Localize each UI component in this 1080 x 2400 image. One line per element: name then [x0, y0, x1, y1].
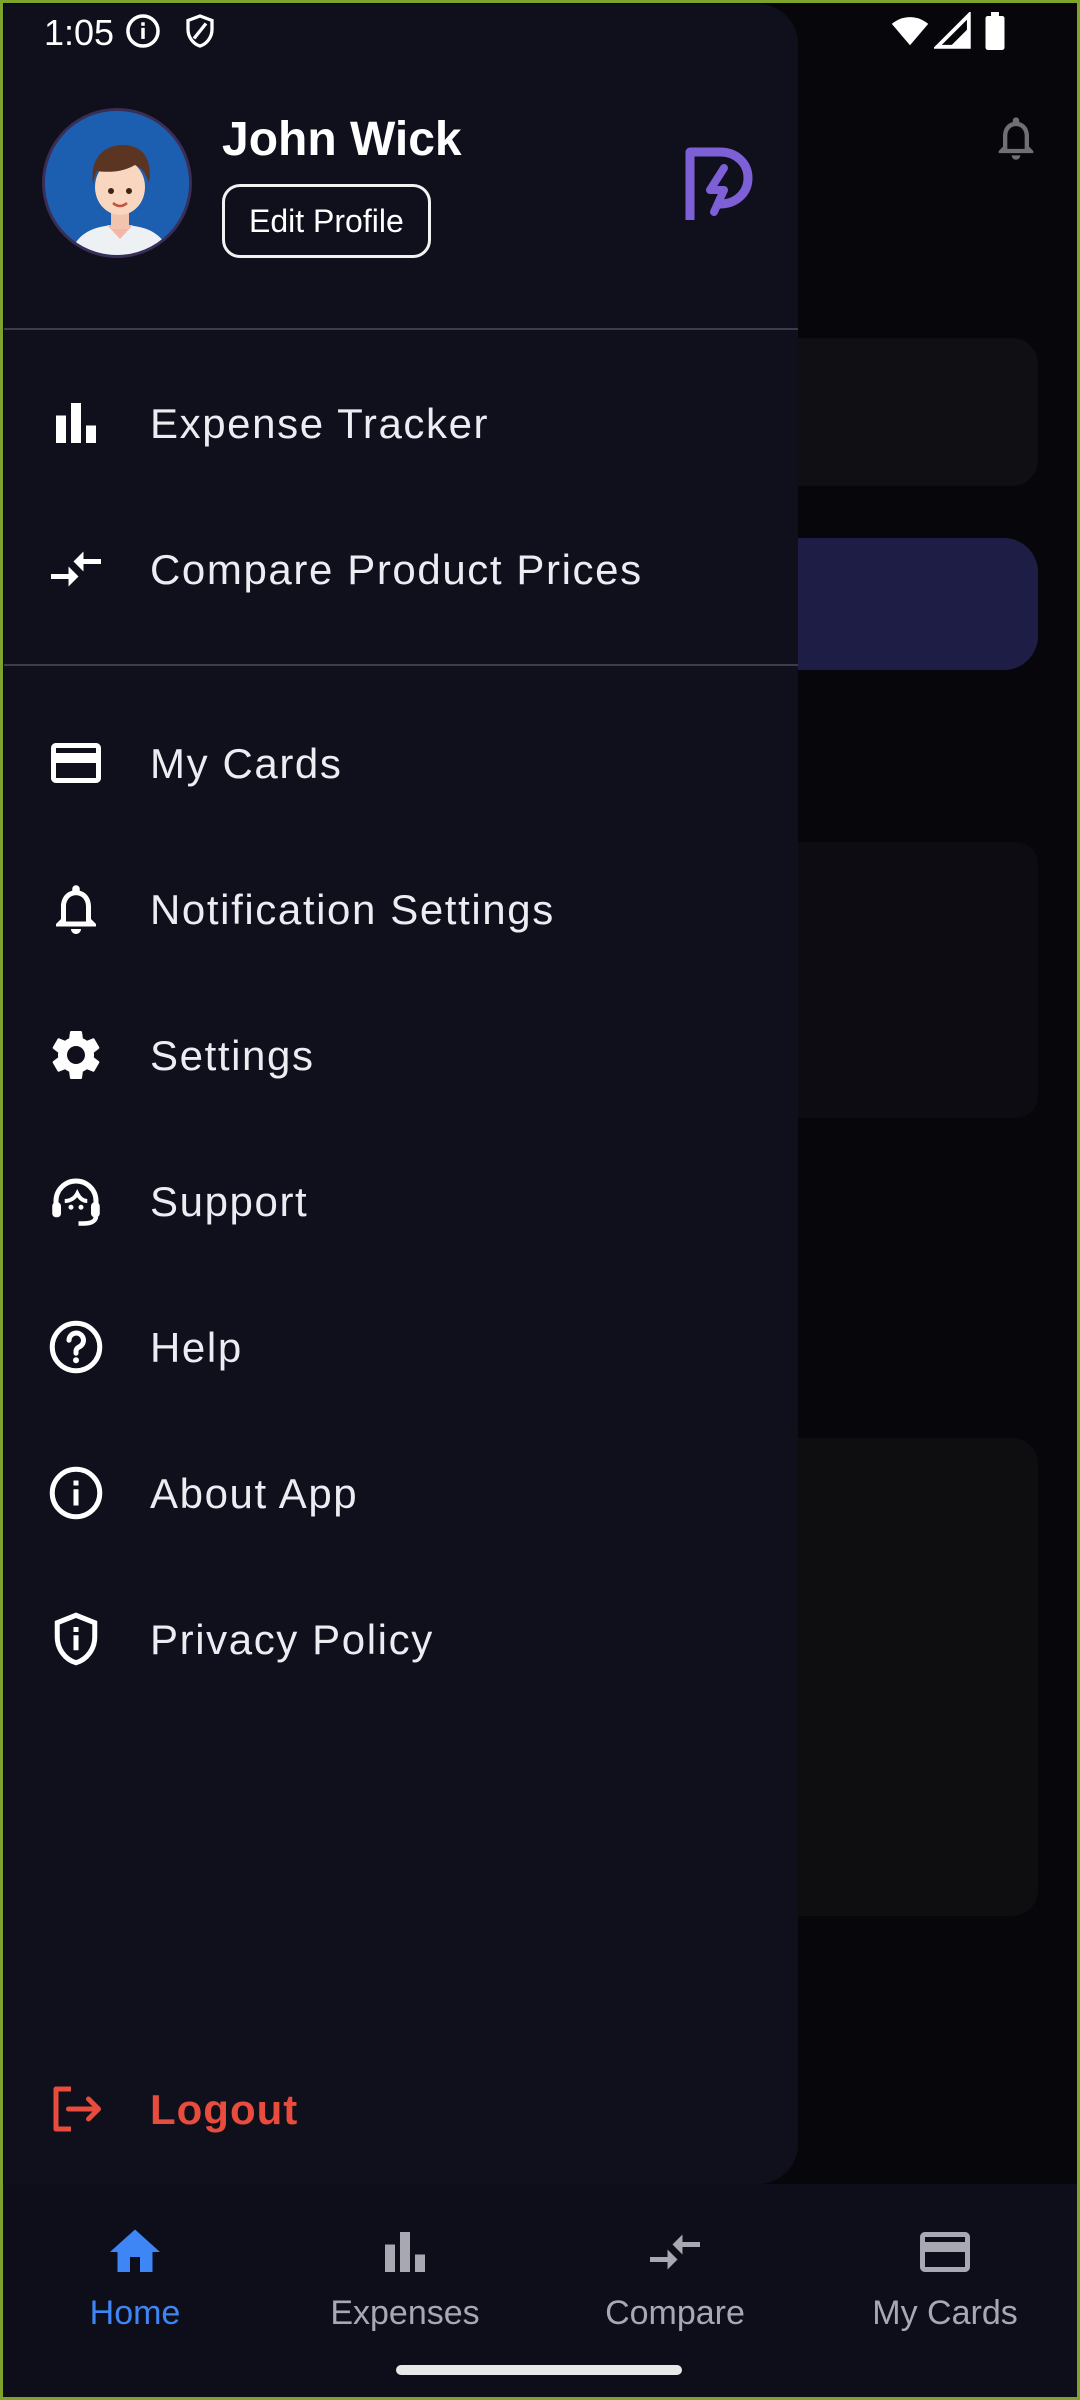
gear-icon — [52, 1031, 100, 1079]
home-icon — [110, 2229, 160, 2272]
edit-profile-button[interactable]: Edit Profile — [222, 184, 431, 258]
nav-label: Expenses — [330, 2294, 480, 2332]
nav-label: My Cards — [872, 2294, 1018, 2332]
help-circle-icon — [49, 1320, 103, 1374]
signal-icon — [934, 12, 971, 49]
drawer-divider — [4, 328, 798, 330]
menu-label: Privacy Policy — [150, 1616, 434, 1663]
menu-label: Settings — [150, 1032, 315, 1079]
menu-item-expense-tracker[interactable]: Expense Tracker — [4, 358, 798, 488]
bar-chart-icon — [385, 2232, 425, 2272]
nav-label: Compare — [605, 2294, 745, 2332]
info-icon — [126, 14, 160, 48]
menu-item-help[interactable]: Help — [4, 1282, 798, 1412]
menu-label: Compare Product Prices — [150, 546, 643, 593]
menu-label: Notification Settings — [150, 886, 555, 933]
nav-tab-home[interactable]: Home — [35, 2208, 235, 2348]
credit-card-icon — [920, 2232, 970, 2272]
navigation-drawer: John Wick Edit Profile Expense Tracker C… — [4, 4, 798, 2184]
app-logo-icon — [685, 147, 753, 220]
bell-icon — [56, 885, 96, 934]
wifi-icon — [891, 17, 929, 46]
home-indicator[interactable] — [396, 2365, 682, 2375]
menu-item-privacy-policy[interactable]: Privacy Policy — [4, 1574, 798, 1704]
nav-tab-my-cards[interactable]: My Cards — [845, 2208, 1045, 2348]
logout-button[interactable]: Logout — [4, 2044, 798, 2174]
info-circle-icon — [49, 1466, 103, 1520]
logout-label: Logout — [150, 2086, 299, 2133]
drawer-divider — [4, 664, 798, 666]
nav-tab-expenses[interactable]: Expenses — [305, 2208, 505, 2348]
nav-tab-compare[interactable]: Compare — [575, 2208, 775, 2348]
status-bar: 1:05 — [0, 0, 1080, 64]
menu-item-support[interactable]: Support — [4, 1136, 798, 1266]
menu-item-my-cards[interactable]: My Cards — [4, 698, 798, 828]
support-agent-icon — [52, 1178, 100, 1226]
avatar-illustration — [45, 111, 189, 255]
avatar[interactable] — [42, 108, 192, 258]
nav-label: Home — [89, 2294, 181, 2332]
menu-item-about-app[interactable]: About App — [4, 1428, 798, 1558]
menu-item-notification-settings[interactable]: Notification Settings — [4, 844, 798, 974]
notification-bell-icon — [998, 117, 1034, 160]
compare-arrows-icon — [51, 551, 101, 587]
menu-label: Expense Tracker — [150, 400, 490, 447]
status-time: 1:05 — [44, 12, 115, 53]
menu-label: My Cards — [150, 740, 343, 787]
menu-label: Help — [150, 1324, 243, 1371]
menu-item-compare-prices[interactable]: Compare Product Prices — [4, 504, 798, 634]
logout-icon — [53, 2086, 101, 2132]
menu-item-settings[interactable]: Settings — [4, 990, 798, 1120]
shield-icon — [186, 14, 214, 48]
battery-icon — [985, 12, 1005, 50]
menu-label: About App — [150, 1470, 359, 1517]
compare-arrows-icon — [650, 2234, 700, 2270]
menu-label: Support — [150, 1178, 309, 1225]
profile-name: John Wick — [222, 113, 462, 166]
shield-icon — [54, 1612, 98, 1666]
bar-chart-icon — [56, 403, 96, 443]
credit-card-icon — [51, 743, 101, 783]
